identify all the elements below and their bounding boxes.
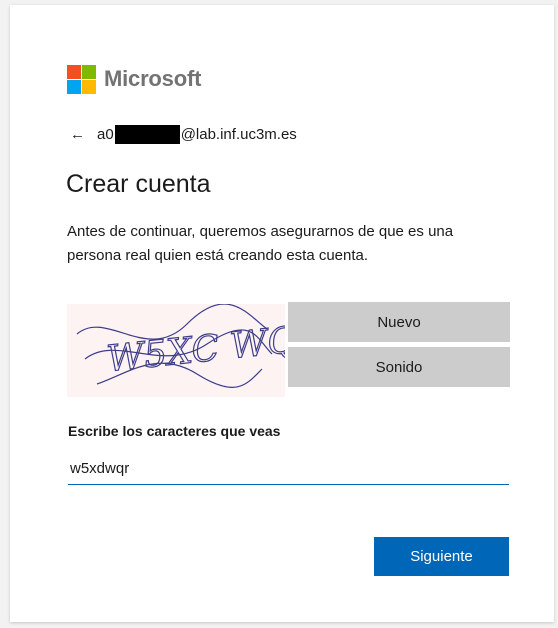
new-captcha-button[interactable]: Nuevo [288,302,510,342]
identity-banner: ← a0 @lab.inf.uc3m.es [70,125,297,144]
arrow-left-icon[interactable]: ← [70,126,85,143]
audio-captcha-button[interactable]: Sonido [288,347,510,387]
redaction-bar [114,125,180,144]
captcha-input[interactable] [68,452,509,485]
page-description: Antes de continuar, queremos asegurarnos… [67,223,454,264]
microsoft-logo: Microsoft [67,64,201,94]
email-prefix: a0 [97,126,114,143]
microsoft-logo-icon [67,64,96,94]
sign-in-card: Microsoft ← a0 @lab.inf.uc3m.es Crear cu… [10,5,554,622]
captcha-image: W5XC WQR [67,304,285,397]
page-title: Crear cuenta [66,170,211,198]
captcha-characters: W5XC WQR [105,317,285,381]
brand-name: Microsoft [104,66,202,91]
next-button[interactable]: Siguiente [374,537,509,576]
email-suffix: @lab.inf.uc3m.es [180,126,297,143]
captcha-field-label: Escribe los caracteres que veas [68,423,281,439]
